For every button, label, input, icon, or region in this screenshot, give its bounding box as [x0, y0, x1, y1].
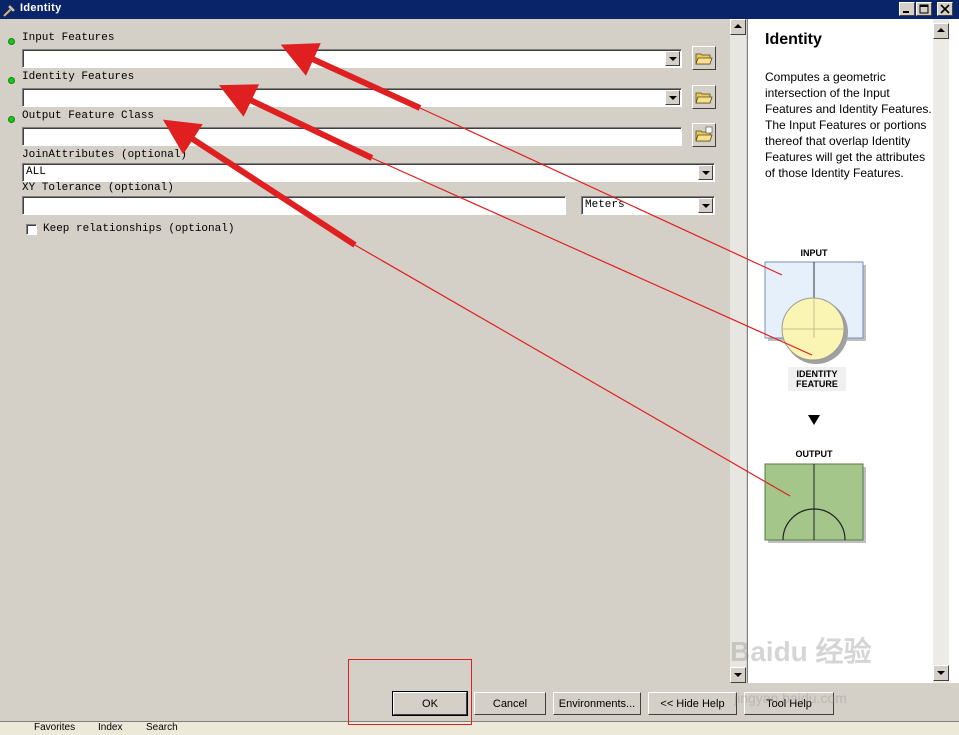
input-diagram-label: INPUT: [800, 248, 828, 258]
close-button[interactable]: [937, 2, 953, 16]
keep-relationships-label: Keep relationships (optional): [43, 223, 235, 235]
input-diagram: [764, 261, 866, 364]
output-diagram: [764, 463, 866, 543]
maximize-icon: [919, 4, 929, 14]
title-bar: Identity: [0, 0, 959, 19]
chevron-down-icon[interactable]: [698, 198, 713, 213]
xy-tolerance-label: XY Tolerance (optional): [22, 182, 174, 194]
minimize-icon: [903, 11, 909, 13]
output-feature-class-label: Output Feature Class: [22, 110, 155, 122]
join-attributes-label: JoinAttributes (optional): [22, 149, 188, 161]
help-description: Computes a geometric intersection of the…: [765, 70, 932, 180]
help-scrollbar[interactable]: [933, 19, 949, 683]
units-value: Meters: [585, 199, 625, 211]
required-indicator-icon: [8, 38, 15, 45]
search-tab[interactable]: Search: [146, 722, 178, 733]
identity-diagram-label-line2: FEATURE: [796, 379, 838, 389]
parameters-panel: Input Features Identity Features Output …: [0, 19, 730, 683]
save-folder-icon: [695, 126, 713, 142]
output-diagram-label: OUTPUT: [795, 449, 833, 459]
browse-output-button[interactable]: [692, 123, 716, 147]
scroll-down-icon[interactable]: [933, 665, 949, 681]
tool-help-button[interactable]: Tool Help: [744, 692, 834, 715]
open-folder-icon: [695, 53, 713, 65]
scroll-down-icon[interactable]: [730, 667, 746, 683]
chevron-down-icon[interactable]: [665, 90, 680, 105]
index-tab[interactable]: Index: [98, 722, 122, 733]
help-panel: Identity Computes a geometric intersecti…: [747, 19, 959, 683]
join-attributes-value: ALL: [26, 166, 46, 178]
identity-diagram: [764, 261, 866, 543]
chevron-down-icon[interactable]: [698, 165, 713, 180]
hide-help-button[interactable]: << Hide Help: [648, 692, 737, 715]
scroll-up-icon[interactable]: [933, 23, 949, 39]
favorites-tab[interactable]: Favorites: [34, 722, 75, 733]
output-feature-class-input[interactable]: [22, 127, 682, 146]
identity-features-combo[interactable]: [22, 88, 682, 107]
background-help-tabs: Favorites Index Search: [0, 721, 959, 735]
maximize-button[interactable]: [916, 2, 932, 16]
minimize-button[interactable]: [899, 2, 915, 16]
scroll-up-icon[interactable]: [730, 19, 746, 35]
down-arrow-icon: [808, 415, 820, 425]
xy-tolerance-input[interactable]: [22, 196, 566, 215]
help-title: Identity: [765, 31, 822, 48]
close-icon: [940, 4, 950, 14]
environments-button[interactable]: Environments...: [553, 692, 641, 715]
input-features-label: Input Features: [22, 32, 115, 44]
input-features-combo[interactable]: [22, 49, 682, 68]
browse-input-button[interactable]: [692, 46, 716, 70]
browse-identity-button[interactable]: [692, 85, 716, 109]
identity-diagram-label-line1: IDENTITY: [796, 369, 838, 379]
open-folder-icon: [695, 92, 713, 104]
identity-features-label: Identity Features: [22, 71, 135, 83]
keep-relationships-checkbox[interactable]: [26, 224, 37, 235]
xy-tolerance-units-select[interactable]: Meters: [581, 196, 715, 215]
window-title: Identity: [20, 2, 62, 14]
join-attributes-select[interactable]: ALL: [22, 163, 715, 182]
params-scrollbar[interactable]: [730, 19, 746, 683]
required-indicator-icon: [8, 77, 15, 84]
hammer-icon: [3, 4, 16, 17]
required-indicator-icon: [8, 116, 15, 123]
ok-highlight-annotation: [348, 659, 472, 725]
chevron-down-icon[interactable]: [665, 51, 680, 66]
cancel-button[interactable]: Cancel: [474, 692, 546, 715]
